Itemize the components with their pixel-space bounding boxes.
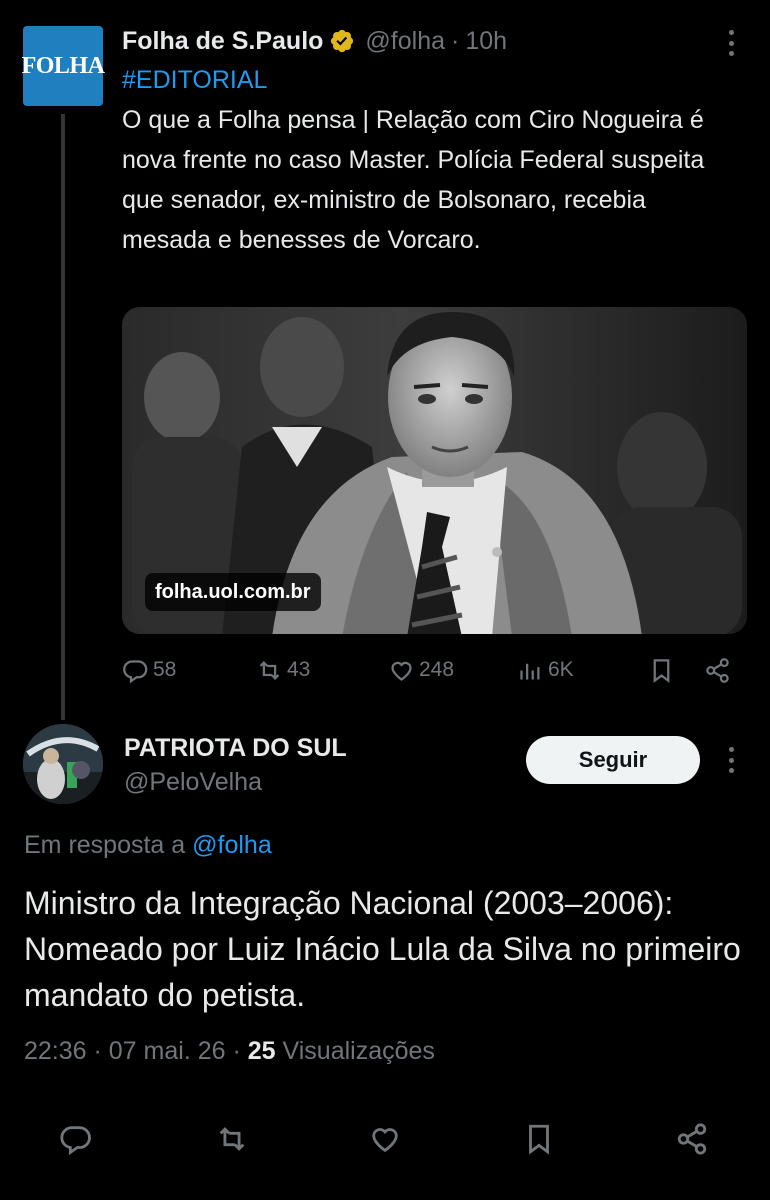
more-icon[interactable] (727, 30, 735, 56)
separator-dot: · (451, 26, 460, 55)
tweet-header: Folha de S.Paulo @folha · 10h (122, 22, 507, 60)
reply-to-prefix: Em resposta a (24, 831, 186, 859)
reply-to-mention[interactable]: @folha (192, 831, 272, 859)
avatar-logo-text: FOLHA (21, 52, 105, 79)
share-icon (677, 1123, 707, 1155)
views-icon (520, 663, 540, 679)
like-button[interactable]: 248 (388, 652, 454, 688)
repost-icon (219, 1127, 245, 1151)
reply-author-handle[interactable]: @PeloVelha (124, 765, 262, 799)
reply-to-line: Em resposta a @folha (24, 828, 272, 862)
reply-count: 58 (153, 658, 177, 681)
repost-button[interactable] (212, 1119, 252, 1159)
author-handle[interactable]: @folha (365, 27, 445, 56)
thread-connector-line (61, 114, 65, 720)
tweet-time[interactable]: 10h (465, 27, 507, 56)
author-name[interactable]: Folha de S.Paulo (122, 27, 323, 56)
reply-actions-bar (0, 1119, 770, 1159)
more-icon[interactable] (727, 747, 735, 773)
folha-avatar[interactable]: FOLHA (21, 26, 105, 106)
repost-icon (259, 660, 280, 680)
bookmark-icon (653, 658, 670, 683)
bookmark-icon (529, 1124, 549, 1155)
reply-author-name[interactable]: PATRIOTA DO SUL (124, 731, 347, 765)
reply-meta: 22:36 · 07 mai. 26 · 25 Visualizações (24, 1034, 435, 1068)
reply-icon (123, 659, 148, 683)
like-count: 248 (419, 658, 455, 681)
repost-button[interactable]: 43 (256, 652, 310, 688)
repost-count: 43 (287, 658, 311, 681)
verified-badge-icon (331, 29, 354, 53)
tweet-actions-bar: 58 43 248 6K (0, 652, 770, 688)
share-button[interactable] (704, 652, 731, 688)
follow-button[interactable]: Seguir (526, 736, 700, 784)
like-button[interactable] (365, 1119, 405, 1159)
tweet-text: O que a Folha pensa | Relação com Ciro N… (122, 106, 705, 254)
reply-button[interactable]: 58 (122, 652, 176, 688)
bookmark-button[interactable] (648, 652, 675, 688)
reply-timestamp[interactable]: 22:36 · 07 mai. 26 · (24, 1037, 241, 1065)
reply-views-count: 25 (247, 1037, 276, 1065)
views-count: 6K (548, 658, 574, 681)
bookmark-button[interactable] (519, 1119, 559, 1159)
reply-icon (60, 1126, 91, 1156)
share-icon (706, 657, 729, 683)
like-icon (372, 1128, 398, 1153)
reply-text: Ministro da Integração Nacional (2003–20… (24, 885, 741, 1013)
link-card-domain[interactable]: folha.uol.com.br (145, 573, 321, 611)
original-tweet[interactable]: FOLHA Folha de S.Paulo @folha · 10h #EDI… (0, 0, 770, 720)
share-button[interactable] (672, 1119, 712, 1159)
like-icon (391, 661, 412, 681)
views-button[interactable]: 6K (517, 652, 574, 688)
hashtag-link[interactable]: #EDITORIAL (122, 62, 267, 98)
patriota-avatar[interactable] (23, 724, 103, 804)
avatar-photo-illustration (23, 724, 103, 804)
reply-button[interactable] (56, 1119, 96, 1159)
reply-views-label: Visualizações (282, 1037, 435, 1065)
